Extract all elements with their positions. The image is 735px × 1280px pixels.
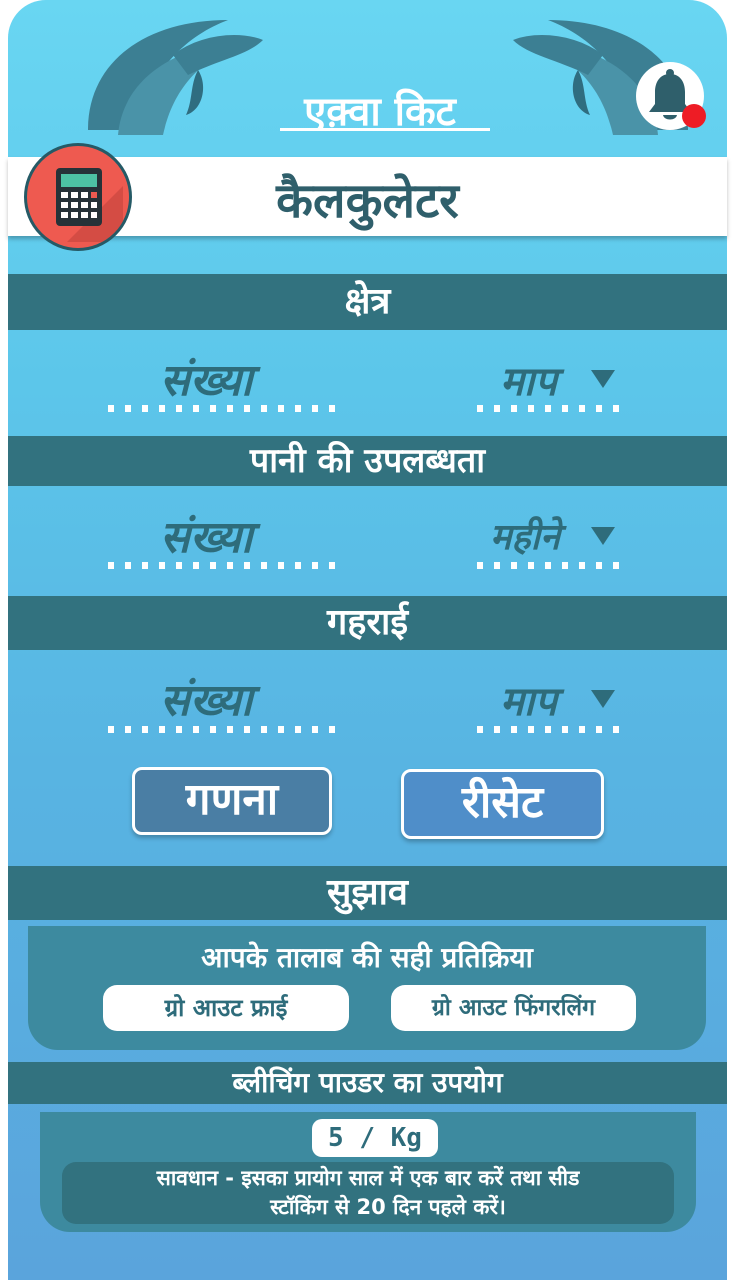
- bleaching-dose-value: 5 / Kg: [312, 1119, 438, 1157]
- water-number-input[interactable]: संख्या: [160, 505, 252, 565]
- notification-dot: [682, 104, 706, 128]
- title-underline: [280, 128, 490, 131]
- reset-button[interactable]: रीसेट: [401, 769, 604, 839]
- section-suggestion-title: सुझाव: [8, 866, 727, 920]
- depth-chevron-down-icon[interactable]: [591, 690, 615, 708]
- decorative-swirl-left: [88, 20, 263, 135]
- depth-number-input[interactable]: संख्या: [160, 668, 252, 728]
- water-unit-dropdown[interactable]: महीने: [490, 511, 560, 560]
- calculator-icon: [24, 143, 132, 251]
- depth-unit-underline: [477, 726, 623, 733]
- calculate-button[interactable]: गणना: [132, 767, 332, 835]
- grow-out-fingerling-button[interactable]: ग्रो आउट फिंगरलिंग: [391, 985, 636, 1031]
- water-number-underline: [108, 562, 336, 569]
- water-chevron-down-icon[interactable]: [591, 527, 615, 545]
- area-chevron-down-icon[interactable]: [591, 370, 615, 388]
- suggestion-subtitle: आपके तालाब की सही प्रतिक्रिया: [201, 941, 533, 974]
- area-unit-dropdown[interactable]: माप: [500, 352, 557, 407]
- depth-number-underline: [108, 726, 336, 733]
- area-number-input[interactable]: संख्या: [160, 348, 252, 408]
- grow-out-fry-button[interactable]: ग्रो आउट फ्राई: [103, 985, 349, 1031]
- section-bleaching-title: ब्लीचिंग पाउडर का उपयोग: [8, 1062, 727, 1104]
- section-water-title: पानी की उपलब्धता: [8, 436, 727, 486]
- area-number-underline: [108, 405, 336, 412]
- area-unit-underline: [477, 405, 623, 412]
- section-area-title: क्षेत्र: [8, 274, 727, 330]
- bleaching-warning: सावधान - इसका प्रायोग साल में एक बार करे…: [62, 1162, 674, 1224]
- water-unit-underline: [477, 562, 623, 569]
- warning-line-1: सावधान - इसका प्रायोग साल में एक बार करे…: [156, 1166, 580, 1190]
- depth-unit-dropdown[interactable]: माप: [500, 672, 557, 727]
- section-depth-title: गहराई: [8, 596, 727, 650]
- warning-line-2: स्टॉकिंग से 20 दिन पहले करें।: [270, 1195, 506, 1219]
